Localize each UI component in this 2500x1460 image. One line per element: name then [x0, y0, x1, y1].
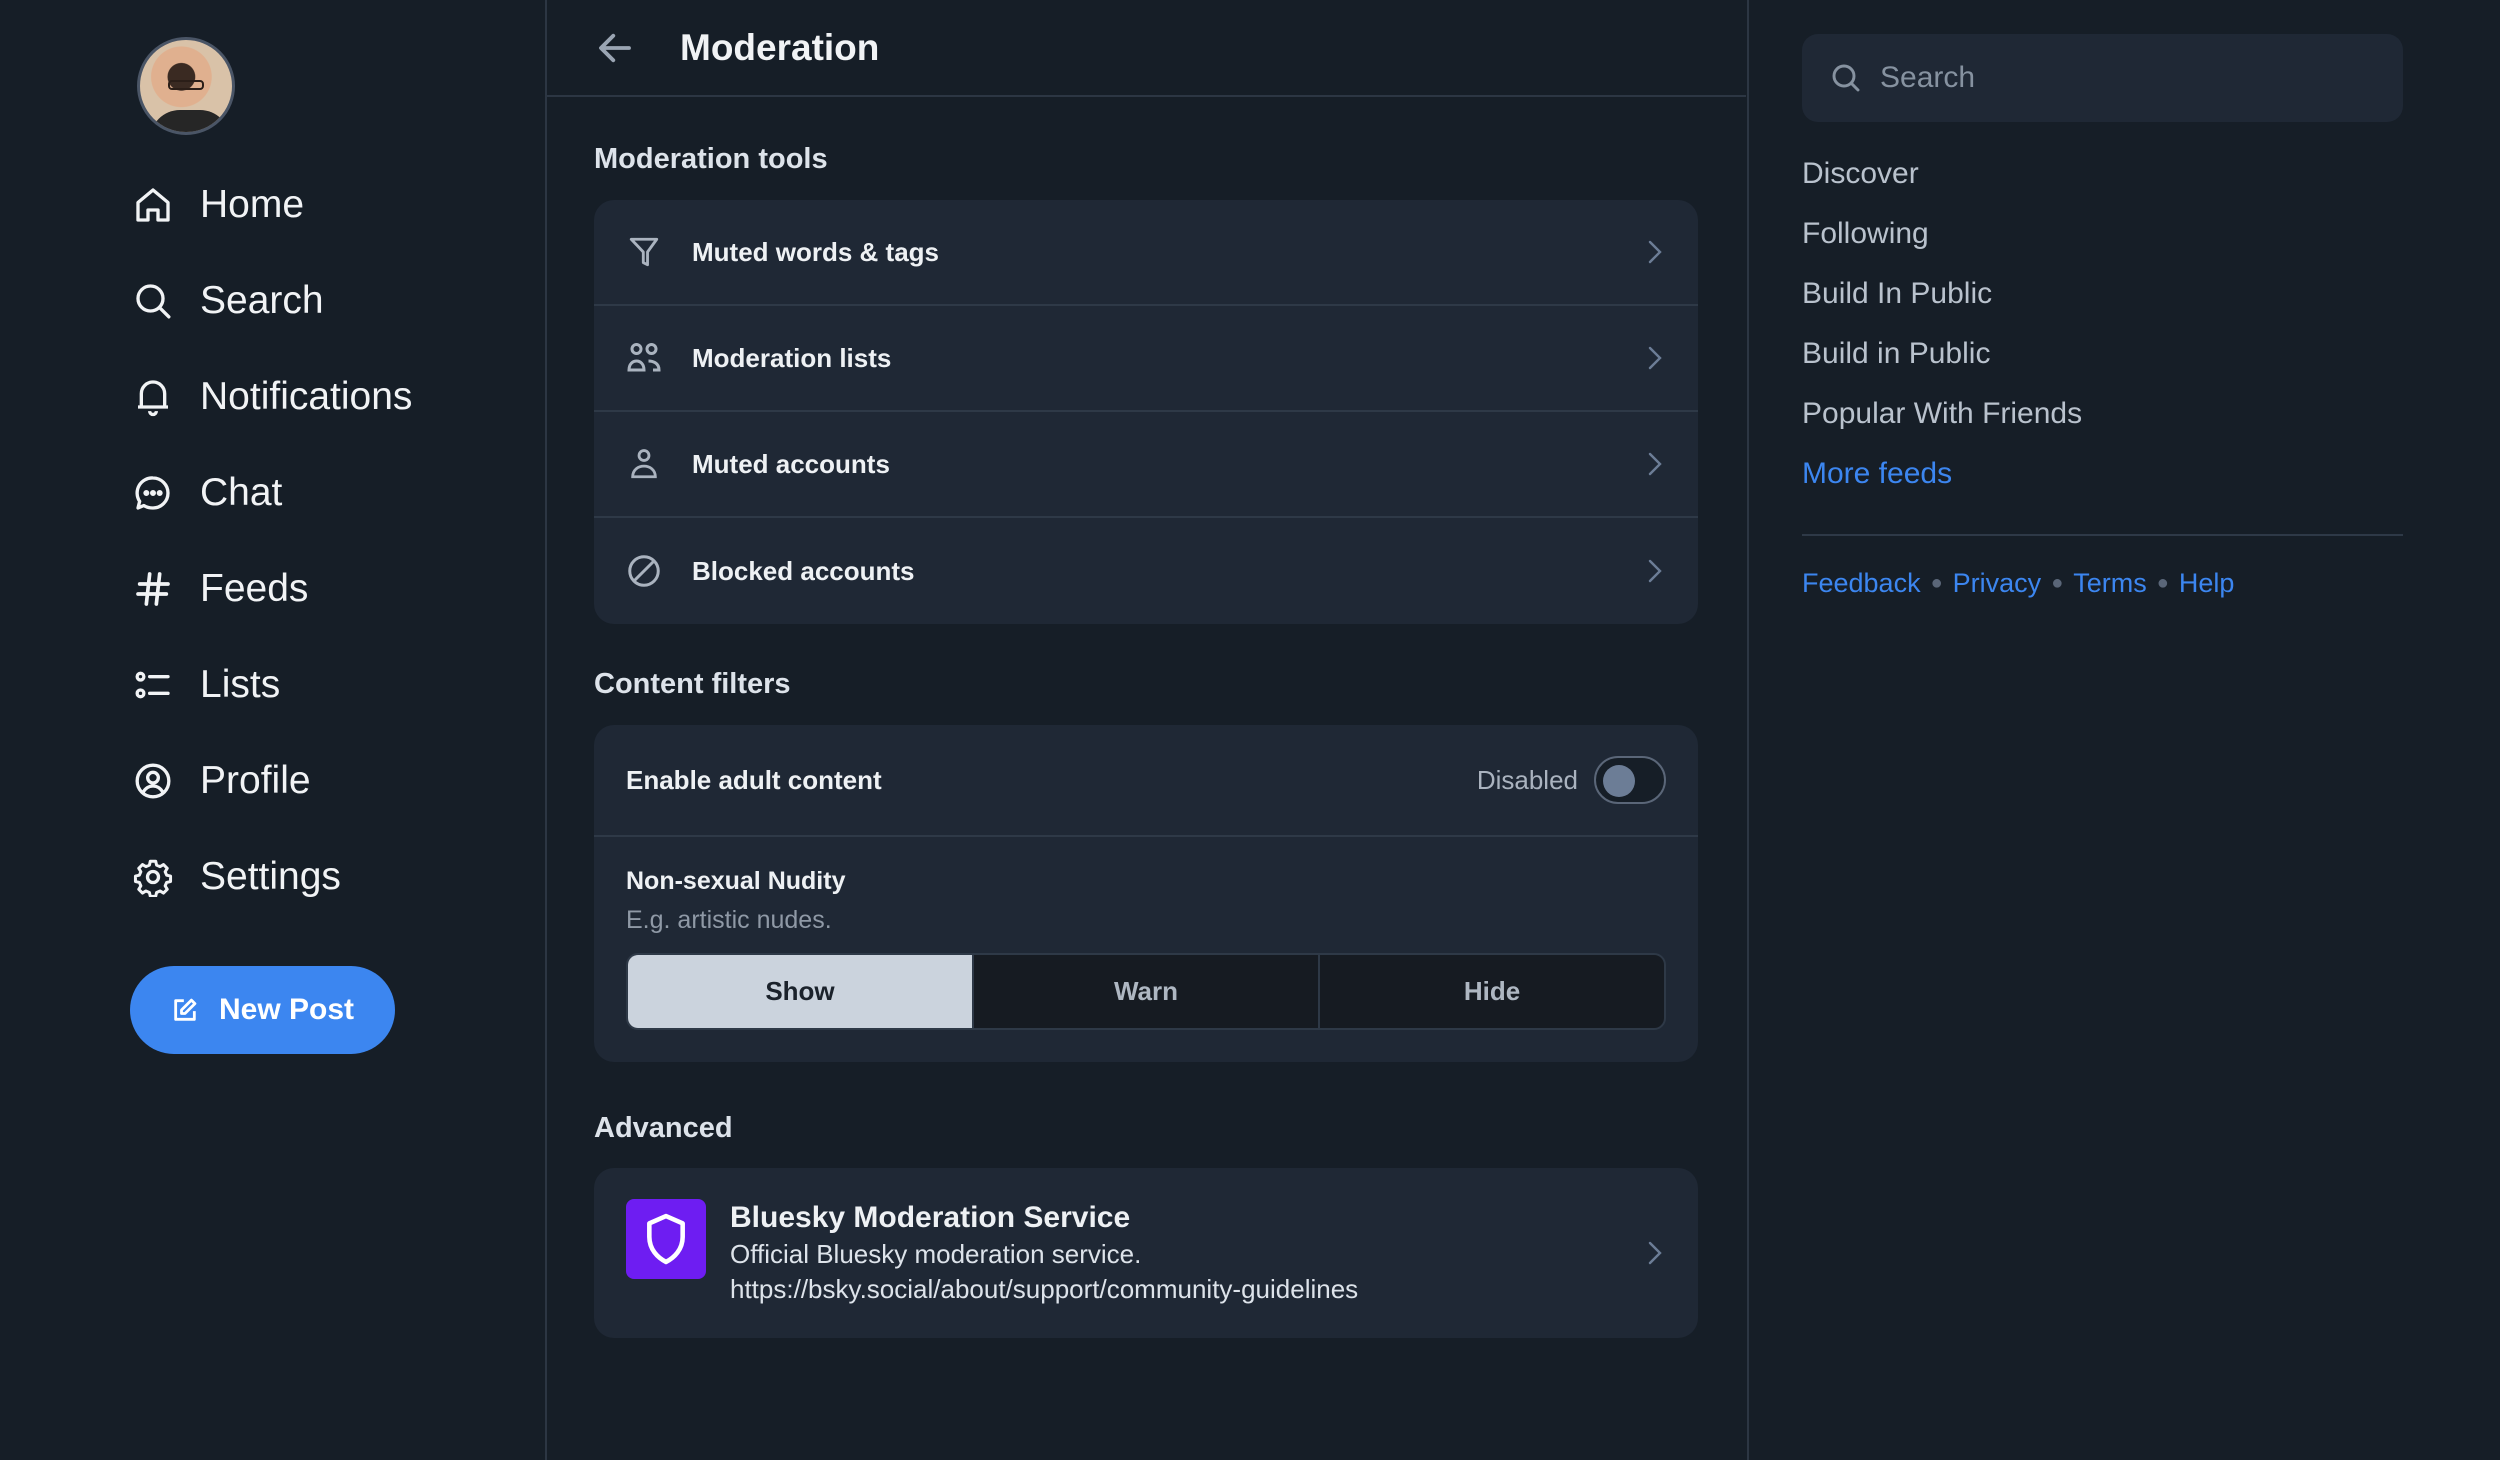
new-post-button[interactable]: New Post — [130, 966, 395, 1054]
option-show[interactable]: Show — [628, 955, 972, 1028]
adult-content-status: Disabled — [1476, 764, 1578, 795]
search-input[interactable] — [1880, 61, 2360, 95]
nudity-filter-segmented-control: Show Warn Hide — [626, 953, 1666, 1030]
feed-link-following[interactable]: Following — [1802, 217, 1929, 251]
feed-link-discover[interactable]: Discover — [1802, 157, 1919, 191]
chevron-right-icon — [1648, 452, 1662, 476]
nav-item-search[interactable]: Search — [132, 271, 324, 331]
service-name: Bluesky Moderation Service — [730, 1201, 1131, 1234]
users-icon — [626, 340, 662, 376]
moderation-lists-label: Moderation lists — [692, 342, 892, 373]
left-nav: Home Search Notifications Chat Feeds Lis… — [0, 0, 545, 1460]
adult-content-row: Enable adult content Disabled — [594, 725, 1698, 837]
nav-item-lists[interactable]: Lists — [132, 655, 280, 715]
search-icon — [132, 280, 174, 322]
footer-separator: ● — [2051, 572, 2064, 594]
feed-link-popular-with-friends[interactable]: Popular With Friends — [1802, 397, 2082, 431]
compose-icon — [171, 996, 199, 1024]
nudity-filter-description: E.g. artistic nudes. — [626, 906, 832, 934]
gear-icon — [132, 856, 174, 898]
chat-icon — [132, 472, 174, 514]
footer-terms[interactable]: Terms — [2073, 568, 2147, 599]
page-header: Moderation — [547, 0, 1746, 97]
home-icon — [132, 184, 174, 226]
more-feeds-link[interactable]: More feeds — [1802, 457, 1952, 491]
toggle-knob — [1603, 765, 1635, 797]
nav-label-notifications: Notifications — [200, 375, 413, 418]
service-url[interactable]: https://bsky.social/about/support/commun… — [730, 1274, 1642, 1305]
option-hide[interactable]: Hide — [1318, 955, 1664, 1028]
moderation-page: Moderation Moderation tools Muted words … — [547, 0, 1746, 1460]
option-warn[interactable]: Warn — [972, 955, 1318, 1028]
nav-item-notifications[interactable]: Notifications — [132, 367, 412, 427]
muted-accounts-row[interactable]: Muted accounts — [594, 412, 1698, 518]
nav-label-feeds: Feeds — [200, 567, 309, 610]
list-icon — [132, 664, 174, 706]
nav-label-settings: Settings — [200, 855, 341, 898]
moderation-tools-card: Muted words & tags Moderation lists Mute… — [594, 200, 1698, 624]
footer-separator: ● — [2156, 572, 2169, 594]
hashtag-icon — [132, 568, 174, 610]
moderation-lists-row[interactable]: Moderation lists — [594, 306, 1698, 412]
section-title-content-filters: Content filters — [594, 668, 791, 700]
filter-icon — [626, 234, 662, 270]
bell-icon — [132, 376, 174, 418]
feed-link-build-in-public-2[interactable]: Build in Public — [1802, 337, 1990, 371]
avatar-shirt — [150, 110, 230, 132]
right-sidebar: Discover Following Build In Public Build… — [1749, 0, 2500, 1460]
search-box[interactable] — [1802, 34, 2403, 122]
adult-content-toggle[interactable] — [1594, 756, 1666, 804]
right-divider-line — [1802, 534, 2403, 536]
page-title: Moderation — [680, 26, 880, 68]
content-filters-card: Enable adult content Disabled Non-sexual… — [594, 725, 1698, 1062]
footer-feedback[interactable]: Feedback — [1802, 568, 1921, 599]
footer-privacy[interactable]: Privacy — [1953, 568, 2042, 599]
user-circle-icon — [132, 760, 174, 802]
advanced-card: Bluesky Moderation Service Official Blue… — [594, 1168, 1698, 1338]
nav-item-home[interactable]: Home — [132, 175, 304, 235]
nudity-filter-name: Non-sexual Nudity — [626, 867, 846, 895]
muted-words-row[interactable]: Muted words & tags — [594, 200, 1698, 306]
chevron-right-icon — [1648, 1241, 1662, 1265]
shield-icon — [626, 1199, 706, 1279]
chevron-right-icon — [1648, 346, 1662, 370]
nav-label-chat: Chat — [200, 471, 283, 514]
service-text: Bluesky Moderation Service Official Blue… — [730, 1201, 1642, 1305]
chevron-right-icon — [1648, 559, 1662, 583]
nav-item-settings[interactable]: Settings — [132, 847, 341, 907]
block-icon — [626, 553, 662, 589]
muted-words-label: Muted words & tags — [692, 236, 940, 267]
chevron-right-icon — [1648, 240, 1662, 264]
user-icon — [626, 446, 662, 482]
nav-label-home: Home — [200, 183, 305, 226]
footer-help[interactable]: Help — [2179, 568, 2235, 599]
avatar[interactable] — [137, 37, 235, 135]
new-post-label: New Post — [218, 993, 355, 1026]
footer-links: Feedback ● Privacy ● Terms ● Help — [1802, 568, 2234, 599]
muted-accounts-label: Muted accounts — [692, 448, 890, 479]
section-title-moderation-tools: Moderation tools — [594, 143, 828, 175]
blocked-accounts-row[interactable]: Blocked accounts — [594, 518, 1698, 624]
search-icon — [1830, 62, 1862, 94]
blocked-accounts-label: Blocked accounts — [692, 555, 915, 586]
adult-content-label: Enable adult content — [626, 764, 882, 795]
nudity-filter: Non-sexual Nudity E.g. artistic nudes. S… — [594, 837, 1698, 1062]
feed-link-build-in-public[interactable]: Build In Public — [1802, 277, 1992, 311]
nav-item-feeds[interactable]: Feeds — [132, 559, 308, 619]
footer-separator: ● — [1930, 572, 1943, 594]
nav-item-profile[interactable]: Profile — [132, 751, 311, 811]
nav-label-profile: Profile — [200, 759, 311, 802]
nav-label-lists: Lists — [200, 663, 281, 706]
nav-item-chat[interactable]: Chat — [132, 463, 282, 523]
nav-label-search: Search — [200, 279, 324, 322]
moderation-service-row[interactable]: Bluesky Moderation Service Official Blue… — [594, 1168, 1698, 1338]
avatar-glasses — [168, 80, 204, 90]
section-title-advanced: Advanced — [594, 1112, 733, 1144]
back-arrow-icon[interactable] — [594, 27, 636, 69]
service-description: Official Bluesky moderation service. — [730, 1239, 1142, 1269]
